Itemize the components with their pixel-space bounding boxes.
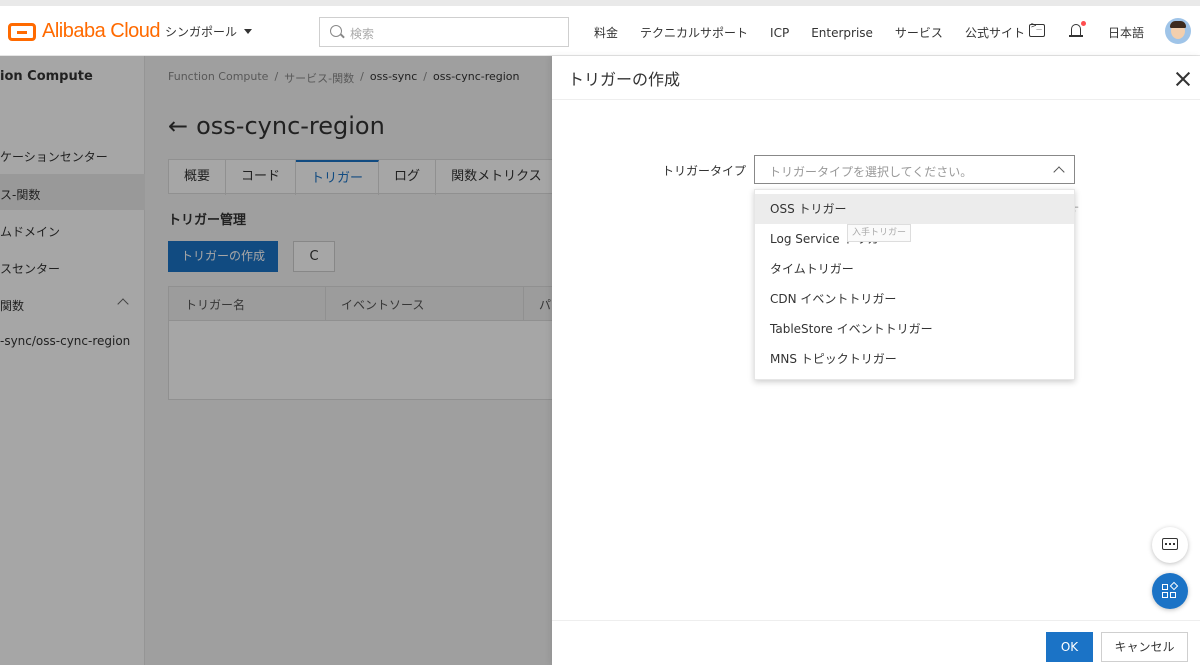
terminal-icon[interactable] bbox=[1029, 21, 1045, 37]
chat-button[interactable] bbox=[1152, 527, 1188, 563]
nav-link-icp[interactable]: ICP bbox=[770, 26, 789, 40]
nav-link-services[interactable]: サービス bbox=[895, 24, 943, 41]
trigger-type-dropdown: OSS トリガー Log Service トリガー タイムトリガー CDN イベ… bbox=[754, 189, 1075, 380]
avatar-hair bbox=[1170, 21, 1186, 28]
caret-down-icon bbox=[244, 29, 253, 34]
notification-dot bbox=[1081, 21, 1086, 26]
chevron-up-icon bbox=[1053, 166, 1065, 178]
option-log-service-trigger[interactable]: Log Service トリガー bbox=[755, 224, 1074, 254]
create-trigger-drawer: トリガーの作成 トリガータイプ トリガータイプを選択してください。 ミす OSS… bbox=[552, 56, 1200, 665]
app-window: Alibaba Cloud シンガポール 検索 料金 テクニカルサポート ICP… bbox=[0, 0, 1200, 665]
search-input[interactable]: 検索 bbox=[319, 17, 569, 47]
apps-icon-square bbox=[1162, 592, 1168, 598]
avatar[interactable] bbox=[1165, 18, 1191, 44]
chat-dots bbox=[1165, 543, 1175, 545]
nav-link-pricing[interactable]: 料金 bbox=[594, 24, 618, 41]
ok-button[interactable]: OK bbox=[1046, 632, 1093, 662]
ghost-label: 入手トリガー bbox=[847, 224, 912, 242]
alibaba-cloud-logo[interactable]: Alibaba Cloud bbox=[8, 20, 161, 43]
trigger-type-select[interactable]: トリガータイプを選択してください。 bbox=[754, 155, 1075, 184]
drawer-title: トリガーの作成 bbox=[568, 70, 681, 89]
modal-overlay[interactable] bbox=[0, 56, 552, 665]
brand-name: Alibaba Cloud bbox=[42, 20, 161, 42]
apps-icon-diamond bbox=[1169, 581, 1179, 591]
apps-button[interactable] bbox=[1152, 573, 1188, 609]
search-icon bbox=[330, 25, 342, 37]
bell-base bbox=[1069, 35, 1083, 37]
bell-icon[interactable] bbox=[1069, 21, 1086, 38]
apps-icon-square bbox=[1162, 584, 1168, 590]
region-selector[interactable]: シンガポール bbox=[165, 23, 253, 40]
language-selector[interactable]: 日本語 bbox=[1108, 24, 1144, 41]
top-nav-links: 料金 テクニカルサポート ICP Enterprise サービス 公式サイト bbox=[594, 24, 1047, 41]
alibaba-cloud-mark-icon bbox=[8, 22, 36, 41]
top-navigation-bar: Alibaba Cloud シンガポール 検索 料金 テクニカルサポート ICP… bbox=[0, 0, 1200, 56]
region-label: シンガポール bbox=[165, 25, 238, 39]
drawer-header: トリガーの作成 bbox=[552, 56, 1200, 100]
select-placeholder: トリガータイプを選択してください。 bbox=[769, 165, 973, 179]
option-oss-trigger[interactable]: OSS トリガー bbox=[755, 194, 1074, 224]
nav-link-official-site[interactable]: 公式サイト bbox=[965, 24, 1025, 41]
nav-link-support[interactable]: テクニカルサポート bbox=[640, 24, 748, 41]
drawer-footer: OK キャンセル bbox=[552, 620, 1200, 665]
bell-body bbox=[1071, 24, 1081, 35]
apps-icon-square bbox=[1170, 592, 1176, 598]
trigger-type-label: トリガータイプ bbox=[662, 164, 747, 178]
option-cdn-event-trigger[interactable]: CDN イベントトリガー bbox=[755, 284, 1074, 314]
close-icon[interactable] bbox=[1176, 72, 1190, 86]
nav-link-enterprise[interactable]: Enterprise bbox=[811, 26, 873, 40]
cancel-button[interactable]: キャンセル bbox=[1101, 632, 1188, 662]
option-tablestore-event-trigger[interactable]: TableStore イベントトリガー bbox=[755, 314, 1074, 344]
browser-scroll-strip bbox=[0, 0, 1200, 6]
option-mns-topic-trigger[interactable]: MNS トピックトリガー bbox=[755, 344, 1074, 374]
option-time-trigger[interactable]: タイムトリガー bbox=[755, 254, 1074, 284]
search-placeholder: 検索 bbox=[350, 27, 375, 41]
